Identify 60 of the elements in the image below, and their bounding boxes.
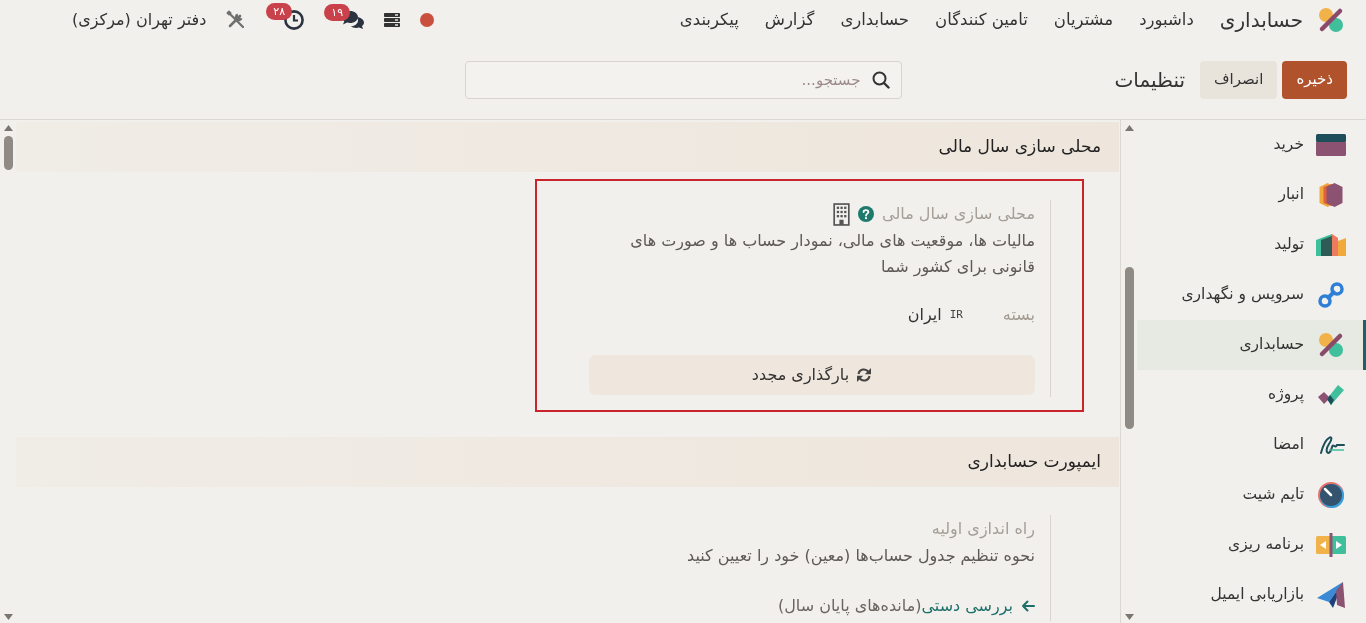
sidebar-item[interactable]: امضا [1137,420,1366,470]
field-value: ایران [907,304,942,326]
setting-description: مالیات ها، موقعیت های مالی، نمودار حساب ها و صورت های قانونی برای کشور شما [629,230,1035,279]
field-label: بسته [1001,304,1035,326]
setting-title: محلی سازی سال مالی [882,203,1035,226]
link-note: (مانده‌های پایان سال) [778,595,922,618]
sidebar-item[interactable]: انبار [1137,170,1366,220]
status-dot-icon[interactable] [420,13,435,27]
hexagon-icon [1319,182,1343,208]
sidebar-item[interactable]: پروژه [1137,370,1366,420]
company-switcher[interactable]: دفتر تهران (مرکزی) [72,8,207,32]
scroll-up-arrow-icon[interactable] [3,125,13,131]
gauge-icon [1317,481,1345,509]
menu-item[interactable]: تامین کنندگان [935,7,1028,33]
scrollbar-thumb[interactable] [3,136,13,170]
arrows-panel-icon [1316,533,1346,557]
paper-plane-icon [1317,582,1345,608]
setting-description: نحوه تنظیم جدول حساب‌ها (معین) خود را تعیین کنید [686,545,1035,568]
checkmark-icon [1318,384,1344,406]
server-icon[interactable] [384,13,401,27]
setting-title: راه اندازی اولیه [931,518,1035,541]
sidebar-item[interactable]: تایم شیت [1137,470,1366,520]
arrow-left-icon [1021,600,1035,612]
scrollbar-thumb[interactable] [1124,267,1134,429]
sidebar-item[interactable]: حسابداری [1137,320,1366,370]
message-count-badge: ۱۹ [324,4,351,21]
save-button[interactable]: ذخیره [1282,60,1347,99]
tools-icon[interactable] [226,10,247,30]
country-code: IR [949,306,963,323]
sidebar-item[interactable]: بازاریابی ایمیل [1137,570,1366,620]
circles-slash-icon [1317,331,1345,359]
app-brand[interactable]: حسابداری [1219,5,1345,35]
menu-item[interactable]: داشبورد [1139,7,1194,33]
menu-item[interactable]: مشتریان [1053,7,1114,33]
sidebar-item[interactable]: تولید [1137,220,1366,270]
activity-count-badge: ۲۸ [266,3,293,20]
sidebar-item[interactable]: برنامه ریزی [1137,520,1366,570]
menu-item[interactable]: پیکربندی [679,7,739,33]
search-icon[interactable] [871,70,890,89]
reload-button[interactable]: بارگذاری مجدد [589,355,1035,395]
app-logo-icon [1317,6,1345,34]
help-icon[interactable] [858,206,875,222]
scroll-up-arrow-icon[interactable] [1124,125,1134,131]
page-title: تنظیمات [1114,66,1186,94]
menu-item[interactable]: حسابداری [840,7,910,33]
menu-item[interactable]: گزارش [764,7,815,33]
chain-link-icon [1318,282,1344,308]
card-icon [1316,134,1346,156]
manual-review-link[interactable]: بررسی دستی [921,594,1035,618]
sidebar-item[interactable]: خرید [1137,120,1366,170]
sidebar-item[interactable]: سرویس و نگهداری [1137,270,1366,320]
discard-button[interactable]: انصراف [1200,60,1278,99]
search-field[interactable]: جستجو... [464,60,902,99]
refresh-icon [856,367,873,383]
scroll-down-arrow-icon[interactable] [1124,614,1134,620]
clock-icon[interactable] [284,10,305,30]
section-header: محلی سازی سال مالی [16,122,1119,172]
scroll-down-arrow-icon[interactable] [3,614,13,620]
section-header: ایمپورت حسابداری [16,437,1119,487]
blocks-icon [1316,234,1346,256]
